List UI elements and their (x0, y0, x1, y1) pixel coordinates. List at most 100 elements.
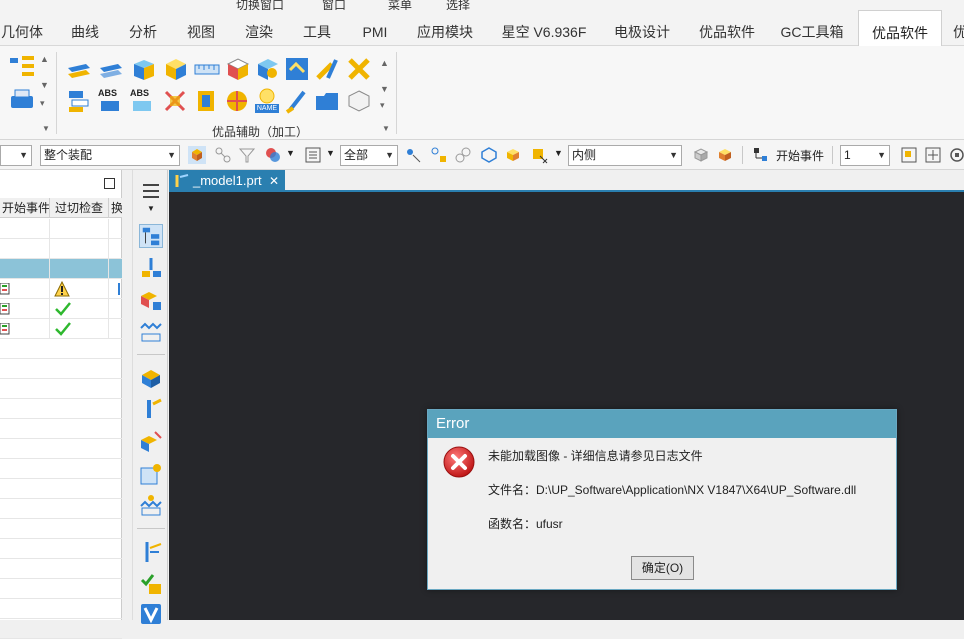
cross-tools-icon[interactable] (346, 56, 372, 82)
scroll-down-icon-2[interactable]: ▼ (380, 84, 389, 94)
navigator-geometry-icon[interactable] (139, 288, 163, 312)
snap-point-icon[interactable] (404, 146, 422, 164)
navigator-method-icon[interactable] (139, 320, 163, 344)
tab-analysis[interactable]: 分析 (118, 10, 168, 46)
layer-filter-dropdown-icon[interactable]: ▼ (326, 148, 335, 158)
gear-cube-icon[interactable] (254, 56, 280, 82)
circle-target-icon[interactable] (224, 88, 250, 114)
tab-gc-toolbox[interactable]: GC工具箱 (774, 10, 850, 46)
layer-filter-icon[interactable] (304, 146, 322, 164)
tab-render[interactable]: 渲染 (234, 10, 284, 46)
chain-link-icon[interactable] (454, 146, 472, 164)
crosshair-dropdown-icon[interactable]: ▼ (554, 148, 563, 158)
expand-icon[interactable]: ▾ (40, 98, 45, 109)
side-combo[interactable]: 内侧 ▼ (568, 145, 682, 166)
table-row[interactable] (0, 259, 122, 279)
layer-plate-icon[interactable] (66, 56, 92, 82)
snap-tree-icon[interactable] (430, 146, 448, 164)
menu-button[interactable]: 菜单 (388, 0, 412, 10)
tab-curve[interactable]: 曲线 (60, 10, 110, 46)
tab-application[interactable]: 应用模块 (408, 10, 482, 46)
resource-dropdown-icon[interactable]: ▼ (147, 204, 155, 213)
hexagon-icon[interactable] (480, 146, 498, 164)
blue-frame-icon[interactable] (284, 56, 310, 82)
funnel-filter-icon[interactable] (238, 146, 256, 164)
zoom-window-icon[interactable] (900, 146, 918, 164)
expand-icon-2[interactable]: ▾ (380, 100, 385, 111)
table-row[interactable] (0, 299, 122, 319)
create-geometry-icon[interactable] (139, 430, 163, 454)
abs-icon-2[interactable]: ABS (130, 88, 156, 114)
document-tab[interactable]: _model1.prt ✕ (169, 170, 285, 192)
cube-snap-icon[interactable] (504, 146, 522, 164)
assembly-icon[interactable] (214, 146, 232, 164)
table-row[interactable] (0, 219, 122, 239)
start-event-label[interactable]: 开始事件 (776, 147, 824, 164)
hamburger-menu-icon[interactable] (143, 184, 159, 198)
abs-icon-1[interactable]: ABS (98, 88, 124, 114)
verify-path-icon[interactable] (139, 572, 163, 596)
scope-combo[interactable]: 整个装配 ▼ (40, 145, 180, 166)
group-dropdown-icon[interactable]: ▼ (42, 124, 50, 133)
select-button[interactable]: 选择 (446, 0, 470, 10)
solid-box-icon[interactable] (692, 146, 710, 164)
col-header-start-event[interactable]: 开始事件 (0, 198, 50, 218)
close-tab-icon[interactable]: ✕ (269, 170, 279, 192)
window-menu-button[interactable]: 窗口 (322, 0, 346, 10)
tab-pmi[interactable]: PMI (350, 10, 400, 46)
color-filter-icon[interactable] (264, 146, 282, 164)
box-cube-icon[interactable] (130, 56, 156, 82)
count-combo[interactable]: 1 ▼ (840, 145, 890, 166)
postprocess-icon[interactable] (139, 602, 163, 626)
type-filter-combo[interactable]: 全部 ▼ (340, 145, 398, 166)
stack-layers-icon[interactable] (66, 88, 92, 114)
color-cube-icon[interactable] (224, 56, 250, 82)
scroll-up-icon[interactable]: ▲ (40, 54, 49, 64)
start-event-icon[interactable] (752, 146, 770, 164)
ruler-icon[interactable] (194, 56, 220, 82)
table-row[interactable] (0, 239, 122, 259)
printer-icon[interactable] (8, 88, 36, 112)
create-tool-icon[interactable] (139, 398, 163, 422)
layer-plate-2-icon[interactable] (98, 56, 124, 82)
crosshair-icon[interactable] (530, 146, 548, 164)
fit-view-icon[interactable] (924, 146, 942, 164)
table-row[interactable] (0, 319, 122, 339)
scroll-up-icon-2[interactable]: ▲ (380, 58, 389, 68)
maximize-icon[interactable] (104, 178, 115, 189)
ok-button[interactable]: 确定(O) (631, 556, 694, 580)
tool-wrench-icon[interactable] (314, 56, 340, 82)
scroll-down-icon[interactable]: ▼ (40, 80, 49, 90)
tab-more[interactable]: 优 (950, 10, 964, 46)
tab-youpin-active[interactable]: 优品软件 (858, 10, 942, 47)
document-cube-icon[interactable] (194, 88, 220, 114)
yellow-cube-icon[interactable] (162, 56, 188, 82)
rotate-view-icon[interactable] (948, 146, 964, 164)
tab-geometry[interactable]: 几何体 (0, 10, 44, 46)
group-dropdown-icon-2[interactable]: ▼ (382, 124, 390, 133)
table-row[interactable] (0, 279, 122, 299)
tab-view[interactable]: 视图 (176, 10, 226, 46)
create-method-icon[interactable] (139, 462, 163, 486)
tab-tools[interactable]: 工具 (292, 10, 342, 46)
create-operation-icon[interactable] (139, 494, 163, 518)
col-header-tool-change[interactable]: 换 (109, 198, 122, 218)
name-tag-icon[interactable]: NAME (254, 88, 280, 114)
tab-xingkong[interactable]: 星空 V6.936F (494, 10, 594, 46)
brush-icon[interactable] (284, 88, 310, 114)
cut-cross-icon[interactable] (162, 88, 188, 114)
create-program-icon[interactable] (139, 366, 163, 390)
tab-youpin-1[interactable]: 优品软件 (690, 10, 764, 46)
col-header-gouge-check[interactable]: 过切检查 (50, 198, 109, 218)
navigator-program-icon[interactable] (139, 224, 163, 248)
tab-electrode[interactable]: 电极设计 (604, 10, 680, 46)
colored-box-icon[interactable] (716, 146, 734, 164)
hex-solid-icon[interactable] (346, 88, 372, 114)
generate-path-icon[interactable] (139, 540, 163, 564)
filter-combo[interactable]: ▼ (0, 145, 32, 166)
select-body-icon[interactable] (188, 146, 206, 164)
feature-list-icon[interactable] (8, 54, 36, 82)
folder-icon[interactable] (314, 88, 340, 114)
switch-window-button[interactable]: 切换窗口 (236, 0, 284, 10)
navigator-tool-icon[interactable] (139, 256, 163, 280)
